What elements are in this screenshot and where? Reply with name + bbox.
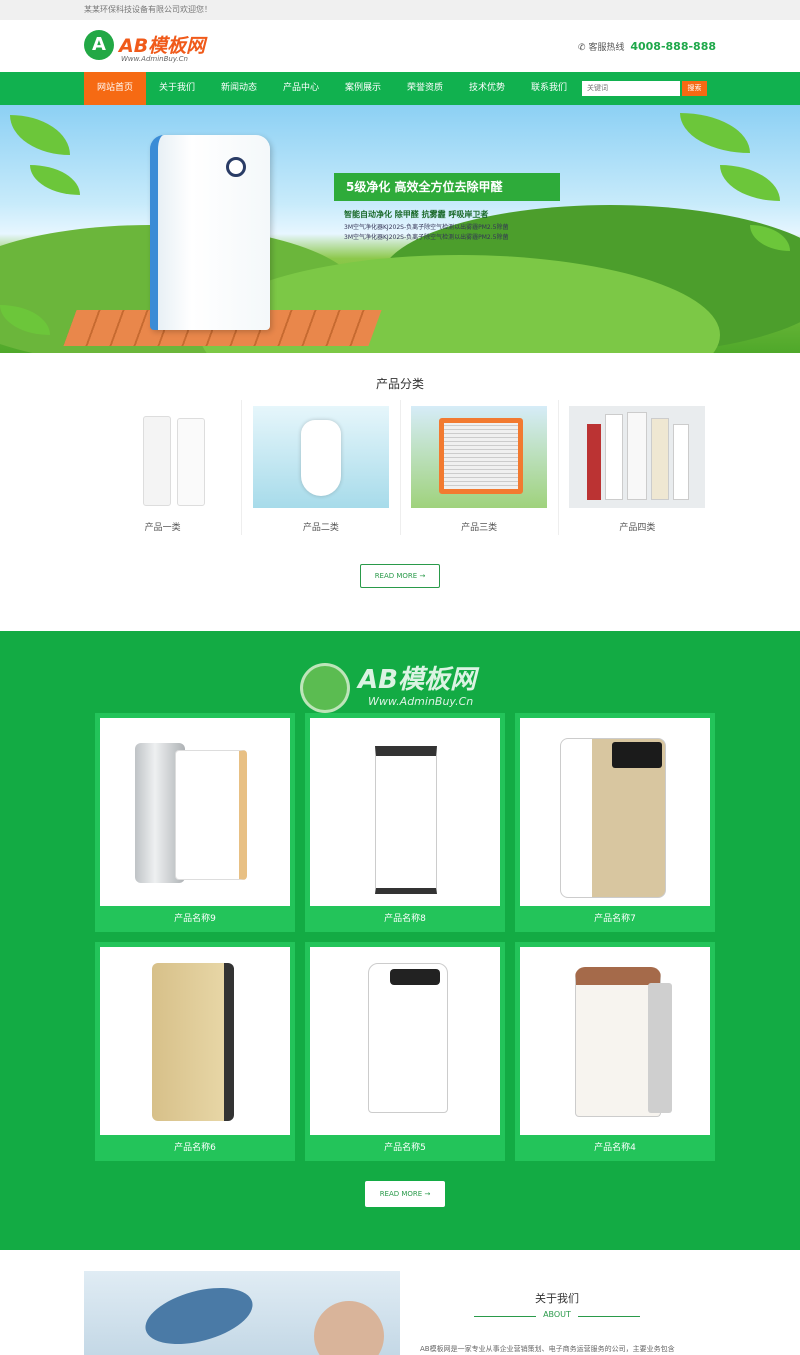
category-label: 产品一类 xyxy=(144,523,181,533)
product-name: 产品名称4 xyxy=(594,1143,636,1153)
logo-mark-icon: A xyxy=(84,30,114,60)
about-text: AB模板网是一家专业从事企业营销策划、电子商务运营服务的公司，主要业务包含 xyxy=(420,1345,675,1353)
product-name: 产品名称7 xyxy=(594,914,636,924)
hero-banner[interactable]: 5级净化 高效全方位去除甲醛 智能自动净化 除甲醛 抗雾霾 呼吸岸卫者 3M空气… xyxy=(0,105,800,353)
search-input[interactable] xyxy=(582,81,680,96)
category-item[interactable]: 产品四类 xyxy=(559,400,716,535)
nav-item-about[interactable]: 关于我们 xyxy=(146,72,208,105)
product-card[interactable]: 产品名称5 xyxy=(305,942,505,1161)
product-grid: 产品名称9 产品名称8 产品名称7 产品名称6 产品名称5 产品名称4 xyxy=(95,713,716,1161)
leaf-icon xyxy=(720,165,780,201)
category-label: 产品三类 xyxy=(461,523,498,533)
nav-item-honors[interactable]: 荣誉资质 xyxy=(394,72,456,105)
nav-item-news[interactable]: 新闻动态 xyxy=(208,72,270,105)
category-section-title: 产品分类 xyxy=(375,377,424,391)
nav-item-cases[interactable]: 案例展示 xyxy=(332,72,394,105)
product-image xyxy=(100,718,290,906)
welcome-text: 某某环保科技设备有限公司欢迎您！ xyxy=(84,5,212,14)
banner-slogan: 5级净化 高效全方位去除甲醛 xyxy=(334,173,560,201)
category-image xyxy=(252,406,389,508)
about-title: 关于我们 xyxy=(535,1292,579,1305)
product-image xyxy=(100,947,290,1135)
banner-purifier-image xyxy=(150,135,270,330)
nav-item-products[interactable]: 产品中心 xyxy=(270,72,332,105)
top-bar: 某某环保科技设备有限公司欢迎您！ xyxy=(0,0,800,20)
category-label: 产品二类 xyxy=(302,523,339,533)
product-image xyxy=(520,947,710,1135)
header: A AB模板网 Www.AdminBuy.Cn ✆ 客服热线 4008-888-… xyxy=(0,20,800,72)
banner-line-1: 智能自动净化 除甲醛 抗雾霾 呼吸岸卫者 xyxy=(344,210,489,219)
leaf-icon xyxy=(30,165,80,195)
about-image xyxy=(84,1271,400,1355)
category-item[interactable]: 产品二类 xyxy=(242,400,401,535)
product-card[interactable]: 产品名称7 xyxy=(515,713,715,932)
leaf-icon xyxy=(10,115,70,155)
product-image xyxy=(310,947,500,1135)
product-section: AB模板网 Www.AdminBuy.Cn 产品名称9 产品名称8 产品名称7 xyxy=(0,631,800,1250)
banner-line-3: 3M空气净化器KJ202S-负离子除空气检测以出雾霾PM2.5除菌 xyxy=(344,234,509,241)
product-image xyxy=(520,718,710,906)
leaf-icon xyxy=(680,113,750,153)
watermark-mark-icon xyxy=(300,663,350,713)
logo-url: Www.AdminBuy.Cn xyxy=(121,55,188,63)
watermark-url: Www.AdminBuy.Cn xyxy=(368,695,474,708)
category-image xyxy=(95,406,231,508)
main-nav: 网站首页 关于我们 新闻动态 产品中心 案例展示 荣誉资质 技术优势 联系我们 … xyxy=(0,72,800,105)
product-card[interactable]: 产品名称4 xyxy=(515,942,715,1161)
hotline-number: 4008-888-888 xyxy=(630,40,716,53)
product-image xyxy=(310,718,500,906)
product-name: 产品名称9 xyxy=(174,914,216,924)
category-image xyxy=(411,406,548,508)
banner-line-2: 3M空气净化器KJ202S-负离子除空气检测以出雾霾PM2.5除菌 xyxy=(344,224,509,231)
search-button[interactable]: 搜索 xyxy=(682,81,707,96)
nav-item-tech[interactable]: 技术优势 xyxy=(456,72,518,105)
hotline-label: 客服热线 xyxy=(588,43,625,53)
product-card[interactable]: 产品名称9 xyxy=(95,713,295,932)
category-list: 产品一类 产品二类 产品三类 产品四类 xyxy=(84,400,716,535)
logo-name: AB模板网 xyxy=(119,35,206,57)
category-image xyxy=(569,406,706,508)
hotline: ✆ 客服热线 4008-888-888 xyxy=(578,40,716,53)
product-card[interactable]: 产品名称6 xyxy=(95,942,295,1161)
category-item[interactable]: 产品一类 xyxy=(84,400,243,535)
watermark-name: AB模板网 xyxy=(358,665,476,695)
category-item[interactable]: 产品三类 xyxy=(401,400,559,535)
product-card[interactable]: 产品名称8 xyxy=(305,713,505,932)
site-logo[interactable]: A AB模板网 Www.AdminBuy.Cn xyxy=(84,30,224,70)
product-name: 产品名称8 xyxy=(384,914,426,924)
product-name: 产品名称6 xyxy=(174,1143,216,1153)
nav-item-contact[interactable]: 联系我们 xyxy=(518,72,580,105)
product-name: 产品名称5 xyxy=(384,1143,426,1153)
about-subtitle: ABOUT xyxy=(543,1310,571,1319)
products-read-more-button[interactable]: READ MORE → xyxy=(365,1181,445,1207)
category-label: 产品四类 xyxy=(619,523,656,533)
categories-read-more-button[interactable]: READ MORE → xyxy=(360,564,440,588)
watermark-logo: AB模板网 Www.AdminBuy.Cn xyxy=(300,651,520,721)
nav-item-home[interactable]: 网站首页 xyxy=(84,72,146,105)
phone-icon: ✆ xyxy=(578,43,586,53)
